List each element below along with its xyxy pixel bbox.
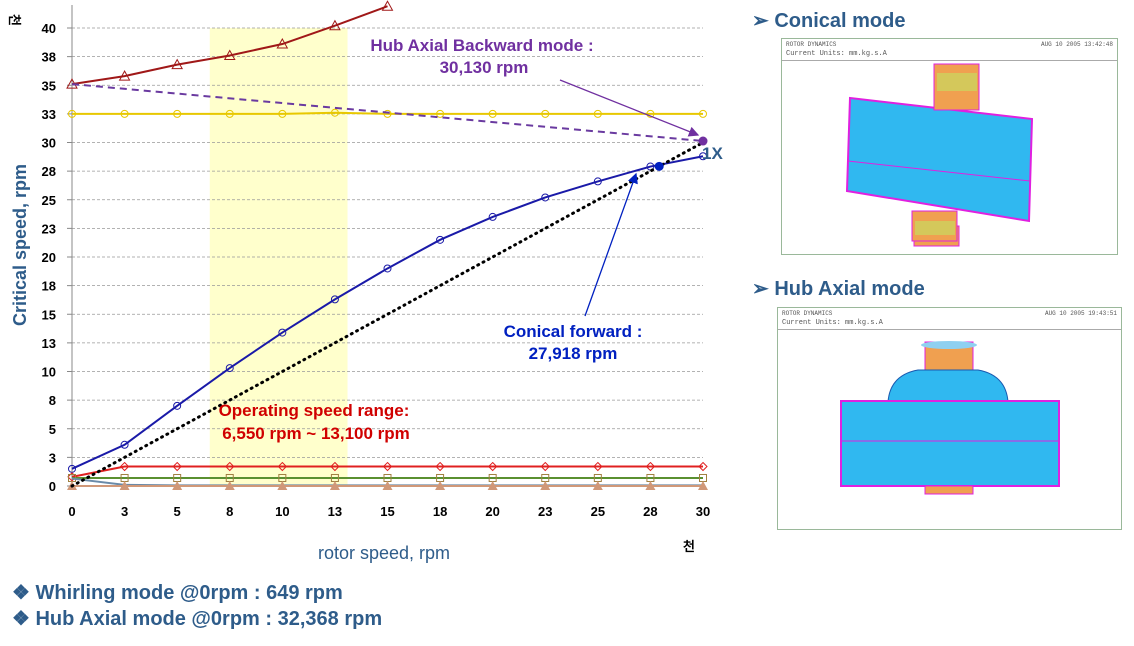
hub-backward-title: Hub Axial Backward mode : (370, 36, 593, 55)
y-tick-label: 25 (42, 193, 56, 208)
series-line-7 (71, 83, 704, 143)
y-tick-label: 18 (42, 279, 56, 294)
x-tick-label: 8 (226, 504, 233, 519)
y-tick-label: 15 (42, 307, 56, 322)
whirling-mode-note: ❖ Whirling mode @0rpm : 649 rpm (12, 582, 343, 604)
y-unit-label: 천 (7, 14, 22, 26)
y-tick-label: 28 (42, 164, 56, 179)
x-tick-label: 25 (591, 504, 605, 519)
y-tick-label: 38 (42, 50, 56, 65)
conical-forward-value: 27,918 rpm (529, 344, 618, 363)
x-tick-label: 28 (643, 504, 657, 519)
x-tick-label: 18 (433, 504, 447, 519)
hub-axial-mode-heading: ➢ Hub Axial mode (752, 278, 925, 300)
y-tick-label: 23 (42, 221, 56, 236)
campbell-diagram: 0358101315182023252830333538400 3 5 8 10 13 15… (7, 0, 723, 563)
x-tick-label: 5 (174, 504, 181, 519)
y-tick-label: 13 (42, 336, 56, 351)
x-tick-label: 0 (68, 504, 75, 519)
hub-backward-value: 30,130 rpm (440, 58, 529, 77)
conical-mode-heading: ➢ Conical mode (752, 10, 906, 32)
fem-date: AUG 10 2005 13:42:48 (1040, 41, 1113, 48)
x-tick-label: 3 (121, 504, 128, 519)
conical-forward-arrow (584, 172, 638, 317)
conical-mode-shape (845, 63, 1034, 247)
conical-forward-title: Conical forward : (504, 322, 643, 341)
series-line-3 (71, 465, 703, 478)
y-tick-label: 10 (42, 365, 56, 380)
y-tick-label: 33 (42, 107, 56, 122)
x-tick-label: 23 (538, 504, 552, 519)
x-tick-label: 30 (696, 504, 710, 519)
hub-axial-mode-note: ❖ Hub Axial mode @0rpm : 32,368 rpm (12, 608, 383, 630)
x-tick-label: 13 (328, 504, 342, 519)
hub-axial-mode-image: ROTOR DYNAMICS AUG 10 2005 19:43:51 Curre… (777, 307, 1122, 530)
y-tick-label: 30 (42, 136, 56, 151)
y-axis-label: Critical speed, rpm (10, 164, 30, 326)
one-x-label: 1X (702, 144, 723, 163)
y-tick-label: 8 (49, 393, 56, 408)
highlight-point (654, 161, 664, 171)
x-tick-label: 20 (485, 504, 499, 519)
y-tick-label: 35 (42, 78, 56, 93)
y-tick-label: 20 (42, 250, 56, 265)
x-tick-label: 10 (275, 504, 289, 519)
x-tick-label: 15 (380, 504, 394, 519)
hub-axial-mode-shape (840, 341, 1060, 495)
x-axis-label: rotor speed, rpm (318, 543, 450, 563)
x-unit-label: 천 (683, 539, 695, 554)
y-tick-label: 5 (49, 422, 56, 437)
series-line-2 (71, 155, 704, 470)
data-point (381, 0, 394, 11)
y-tick-label: 0 (49, 479, 56, 494)
fem-title: ROTOR DYNAMICS (786, 41, 837, 48)
fem-units: Current Units: mm.kg.s.A (782, 50, 1117, 61)
fem-title: ROTOR DYNAMICS (782, 310, 833, 317)
hub-backward-arrow (559, 79, 700, 137)
y-tick-label: 3 (49, 450, 56, 465)
conical-mode-image: ROTOR DYNAMICS AUG 10 2005 13:42:48 Curre… (781, 38, 1118, 255)
operating-range-title: Operating speed range: (219, 401, 410, 420)
y-tick-label: 40 (42, 21, 56, 36)
operating-range-value: 6,550 rpm ~ 13,100 rpm (222, 424, 410, 443)
fem-units: Current Units: mm.kg.s.A (778, 319, 1121, 330)
fem-date: AUG 10 2005 19:43:51 (1044, 310, 1117, 317)
